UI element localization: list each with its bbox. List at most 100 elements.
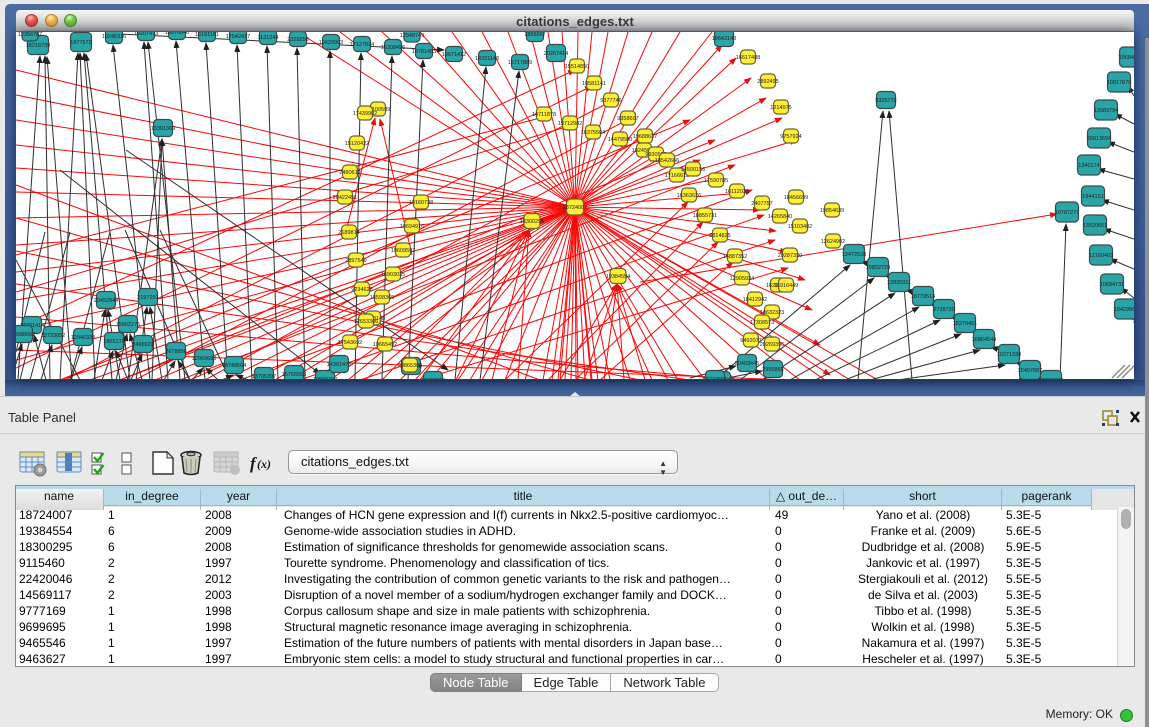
svg-text:14265840: 14265840 — [768, 214, 792, 220]
svg-text:12948749: 12948749 — [400, 33, 424, 39]
svg-text:12356787: 12356787 — [18, 32, 42, 38]
svg-text:10665492: 10665492 — [373, 342, 397, 348]
svg-text:10694916: 10694916 — [400, 224, 424, 230]
svg-text:18581141: 18581141 — [582, 81, 606, 87]
svg-text:2738720: 2738720 — [933, 307, 954, 313]
svg-text:15120422: 15120422 — [345, 141, 369, 147]
svg-text:16112038: 16112038 — [725, 189, 749, 195]
svg-text:18748564: 18748564 — [222, 363, 246, 369]
svg-text:12624902: 12624902 — [821, 239, 845, 245]
svg-text:9358607: 9358607 — [617, 116, 638, 122]
svg-text:16887352: 16887352 — [723, 254, 747, 260]
svg-text:2496922: 2496922 — [132, 342, 153, 348]
svg-text:1865179: 1865179 — [103, 339, 124, 345]
svg-text:10160738: 10160738 — [409, 200, 433, 206]
svg-text:19384554: 19384554 — [606, 274, 630, 280]
svg-text:19207473: 19207473 — [134, 32, 158, 37]
svg-text:16191161: 16191161 — [195, 32, 219, 38]
svg-text:19543143: 19543143 — [712, 36, 736, 42]
svg-text:1895667: 1895667 — [524, 32, 545, 38]
svg-text:9325772: 9325772 — [875, 98, 896, 104]
svg-text:18542666: 18542666 — [655, 158, 679, 164]
svg-text:12905934: 12905934 — [730, 276, 754, 282]
svg-text:10802729: 10802729 — [866, 265, 890, 271]
svg-text:18216739: 18216739 — [26, 43, 50, 49]
svg-text:15103402: 15103402 — [788, 224, 812, 230]
svg-text:18724007: 18724007 — [563, 205, 587, 211]
svg-text:19684004: 19684004 — [1119, 55, 1134, 61]
svg-text:17308573: 17308573 — [750, 320, 774, 326]
svg-text:10817870: 10817870 — [1107, 80, 1131, 86]
svg-text:14500156: 14500156 — [681, 167, 705, 173]
svg-text:2189814: 2189814 — [338, 230, 359, 236]
svg-text:18456699: 18456699 — [784, 195, 808, 201]
svg-text:19712982: 19712982 — [558, 121, 582, 127]
svg-text:2996865: 2996865 — [762, 367, 783, 373]
svg-text:13733052: 13733052 — [41, 333, 65, 339]
svg-text:20269396: 20269396 — [760, 342, 784, 348]
svg-text:18300295: 18300295 — [520, 219, 544, 225]
svg-text:18598369: 18598369 — [370, 295, 394, 301]
svg-text:2197251: 2197251 — [137, 295, 158, 301]
svg-text:19609597: 19609597 — [391, 248, 415, 254]
svg-text:2897549: 2897549 — [345, 258, 366, 264]
svg-text:14711878: 14711878 — [532, 112, 556, 118]
svg-text:13391369: 13391369 — [151, 126, 175, 132]
svg-text:13705397: 13705397 — [252, 374, 276, 379]
svg-text:9492077: 9492077 — [740, 338, 761, 344]
svg-text:18279451: 18279451 — [953, 321, 977, 327]
svg-text:2329258: 2329258 — [287, 37, 308, 43]
svg-text:16375504: 16375504 — [581, 130, 605, 136]
svg-text:20865388: 20865388 — [398, 363, 422, 369]
svg-text:2814825: 2814825 — [709, 233, 730, 239]
svg-text:14331148: 14331148 — [475, 56, 499, 62]
svg-text:12946335: 12946335 — [71, 335, 95, 341]
svg-text:16363626: 16363626 — [677, 193, 701, 199]
svg-text:14391476: 14391476 — [327, 362, 351, 368]
svg-text:10629903: 10629903 — [319, 40, 343, 46]
svg-text:12169403: 12169403 — [1089, 253, 1113, 259]
svg-text:19854639: 19854639 — [820, 208, 844, 214]
svg-text:17590785: 17590785 — [704, 178, 728, 184]
svg-text:16864544: 16864544 — [972, 337, 996, 343]
svg-text:16916449: 16916449 — [774, 283, 798, 289]
svg-text:20403445: 20403445 — [735, 361, 759, 367]
svg-text:2892495: 2892495 — [757, 79, 778, 85]
svg-text:15662275: 15662275 — [116, 322, 140, 328]
svg-text:18412942: 18412942 — [743, 297, 767, 303]
svg-text:13983794: 13983794 — [1094, 108, 1118, 114]
svg-text:15514850: 15514850 — [565, 64, 589, 70]
svg-text:10787277: 10787277 — [1055, 210, 1079, 216]
svg-text:17127824: 17127824 — [350, 42, 374, 48]
svg-text:12771088: 12771088 — [1039, 378, 1063, 379]
svg-text:12969693: 12969693 — [192, 356, 216, 362]
svg-text:15717889: 15717889 — [508, 60, 532, 66]
svg-text:9234628: 9234628 — [351, 287, 372, 293]
svg-text:20452944: 20452944 — [94, 298, 118, 304]
svg-text:18855731: 18855731 — [693, 213, 717, 219]
svg-text:16617488: 16617488 — [736, 55, 760, 61]
svg-text:19688637: 19688637 — [633, 134, 657, 140]
svg-text:13988662: 13988662 — [16, 332, 35, 338]
svg-text:10246316: 10246316 — [102, 34, 126, 40]
svg-text:10271339: 10271339 — [997, 352, 1021, 358]
svg-text:1944151: 1944151 — [1082, 194, 1103, 200]
svg-text:16903035: 16903035 — [381, 272, 405, 278]
svg-text:1131244: 1131244 — [257, 35, 278, 41]
svg-text:17542417: 17542417 — [226, 34, 250, 40]
svg-text:18779514: 18779514 — [911, 294, 935, 300]
svg-text:18876646: 18876646 — [165, 32, 189, 36]
svg-text:2480612: 2480612 — [339, 170, 360, 176]
svg-text:2407757: 2407757 — [751, 201, 772, 207]
svg-text:19671412: 19671412 — [442, 52, 466, 58]
svg-text:(x): (x) — [257, 457, 271, 471]
svg-text:17439902: 17439902 — [353, 111, 377, 117]
svg-text:14479580: 14479580 — [608, 137, 632, 143]
svg-text:12835911: 12835911 — [887, 280, 911, 286]
svg-text:16308496: 16308496 — [381, 45, 405, 51]
svg-text:20422451: 20422451 — [333, 195, 357, 201]
svg-text:19429963: 19429963 — [1114, 307, 1134, 313]
svg-text:15497887: 15497887 — [1018, 368, 1042, 374]
svg-text:15766563: 15766563 — [282, 372, 306, 378]
svg-text:17543692: 17543692 — [338, 340, 362, 346]
